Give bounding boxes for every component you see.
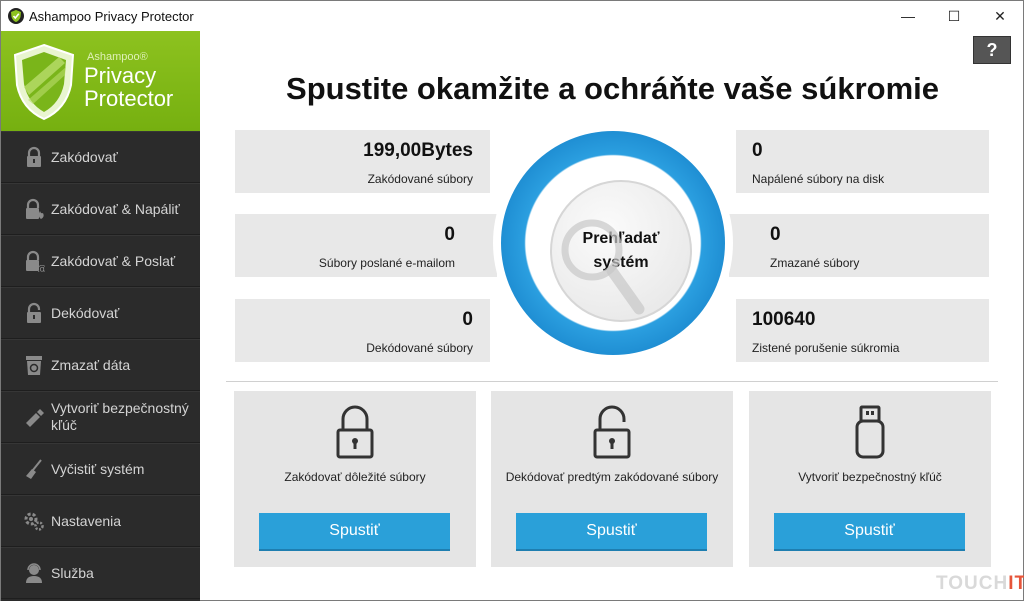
sidebar-item-label: Vytvoriť bezpečnostný kľúč bbox=[51, 400, 189, 433]
close-button[interactable]: ✕ bbox=[977, 1, 1023, 31]
logo-shield-icon bbox=[13, 43, 75, 121]
logo-brand: Ashampoo® bbox=[87, 51, 148, 63]
stat-label: Zakódované súbory bbox=[367, 172, 473, 186]
card-description: Dekódovať predtým zakódované súbory bbox=[505, 470, 719, 484]
page-title: Spustite okamžite a ochráňte vaše súkrom… bbox=[286, 71, 939, 106]
watermark-part1: TOUCH bbox=[936, 573, 1009, 594]
close-icon: ✕ bbox=[994, 7, 1006, 24]
card-description: Zakódovať dôležité súbory bbox=[284, 470, 426, 484]
sidebar-item-encode-burn[interactable]: Zakódovať & Napáliť bbox=[1, 183, 200, 235]
stat-value: 0 bbox=[462, 309, 473, 330]
sidebar-item-label: Zakódovať bbox=[51, 148, 118, 165]
stat-value: 0 bbox=[752, 140, 763, 161]
sidebar-item-settings[interactable]: Nastavenia bbox=[1, 495, 200, 547]
card-decode-files: Dekódovať predtým zakódované súbory Spus… bbox=[491, 391, 733, 567]
usb-key-icon bbox=[855, 405, 885, 459]
card-encode-files: Zakódovať dôležité súbory Spustiť bbox=[234, 391, 476, 567]
stat-value: 199,00Bytes bbox=[363, 140, 473, 161]
broom-icon bbox=[26, 459, 42, 479]
watermark-logo: TOUCHIT bbox=[936, 573, 1024, 595]
sidebar-item-decode[interactable]: Dekódovať bbox=[1, 287, 200, 339]
scan-label-line2: systém bbox=[593, 254, 649, 271]
scan-system-button[interactable]: Prehľadať systém bbox=[550, 180, 692, 322]
app-shield-icon bbox=[8, 8, 24, 24]
sidebar-item-label: Nastavenia bbox=[51, 512, 122, 529]
maximize-button[interactable]: ☐ bbox=[931, 1, 977, 31]
start-decode-button[interactable]: Spustiť bbox=[516, 513, 707, 551]
lock-fire-icon bbox=[26, 198, 44, 219]
unlock-icon bbox=[593, 405, 631, 459]
support-icon bbox=[26, 563, 42, 583]
app-logo: Ashampoo® Privacy Protector bbox=[1, 31, 200, 131]
stat-deleted-files: 0 Zmazané súbory bbox=[729, 214, 989, 277]
stat-value: 100640 bbox=[752, 309, 816, 330]
start-create-key-button[interactable]: Spustiť bbox=[774, 513, 965, 551]
maximize-icon: ☐ bbox=[947, 7, 961, 24]
logo-title-line2: Protector bbox=[84, 86, 174, 111]
stat-privacy-violations: 100640 Zistené porušenie súkromia bbox=[736, 299, 989, 362]
scan-label-line1: Prehľadať bbox=[582, 230, 660, 247]
card-create-key: Vytvoriť bezpečnostný kľúč Spustiť bbox=[749, 391, 991, 567]
stat-label: Napálené súbory na disk bbox=[752, 172, 885, 186]
stat-burned-files: 0 Napálené súbory na disk bbox=[736, 130, 989, 193]
sidebar-item-encode[interactable]: Zakódovať bbox=[1, 131, 200, 183]
stat-label: Zmazané súbory bbox=[770, 256, 860, 270]
app-window: Ashampoo Privacy Protector — ☐ ✕ Ashampo… bbox=[0, 0, 1024, 601]
scan-button-label: Prehľadať systém bbox=[571, 227, 671, 275]
sidebar-item-delete-data[interactable]: Zmazať dáta bbox=[1, 339, 200, 391]
lock-icon bbox=[336, 405, 374, 459]
stat-mailed-files: 0 Súbory poslané e-mailom bbox=[235, 214, 497, 277]
title-bar[interactable]: Ashampoo Privacy Protector — ☐ ✕ bbox=[1, 1, 1023, 31]
watermark-part2: IT bbox=[1008, 573, 1024, 594]
sidebar-item-clean-system[interactable]: Vyčistiť systém bbox=[1, 443, 200, 495]
scan-ring: Prehľadať systém bbox=[493, 123, 733, 363]
sidebar-item-label: Zakódovať & Napáliť bbox=[51, 200, 180, 217]
shredder-icon bbox=[26, 356, 42, 375]
usb-key-icon bbox=[26, 409, 44, 427]
sidebar-nav: Zakódovať Zakódovať & Napáliť @ Zakódova… bbox=[1, 131, 200, 599]
sidebar-item-label: Dekódovať bbox=[51, 304, 120, 321]
unlock-icon bbox=[27, 302, 41, 323]
svg-text:@: @ bbox=[37, 264, 45, 272]
start-encode-button[interactable]: Spustiť bbox=[259, 513, 450, 551]
card-description: Vytvoriť bezpečnostný kľúč bbox=[798, 470, 942, 484]
help-button[interactable]: ? bbox=[973, 36, 1011, 64]
lock-mail-icon: @ bbox=[26, 250, 45, 272]
stat-value: 0 bbox=[444, 224, 455, 245]
stat-label: Zistené porušenie súkromia bbox=[752, 341, 900, 355]
stat-label: Súbory poslané e-mailom bbox=[318, 256, 455, 270]
sidebar-item-service[interactable]: Služba bbox=[1, 547, 200, 599]
sidebar-item-encode-send[interactable]: @ Zakódovať & Poslať bbox=[1, 235, 200, 287]
stat-decoded-files: 0 Dekódované súbory bbox=[235, 299, 490, 362]
section-divider bbox=[226, 381, 998, 382]
stat-value: 0 bbox=[770, 224, 781, 245]
lock-icon bbox=[27, 146, 41, 167]
stat-encoded-files: 199,00Bytes Zakódované súbory bbox=[235, 130, 490, 193]
sidebar: Ashampoo® Privacy Protector Zakódovať Za… bbox=[1, 31, 200, 601]
sidebar-item-label: Zmazať dáta bbox=[51, 356, 131, 373]
sidebar-item-label: Služba bbox=[51, 564, 94, 581]
minimize-icon: — bbox=[901, 8, 915, 24]
sidebar-item-label: Zakódovať & Poslať bbox=[51, 252, 176, 269]
window-title: Ashampoo Privacy Protector bbox=[29, 9, 194, 24]
sidebar-item-create-key[interactable]: Vytvoriť bezpečnostný kľúč bbox=[1, 391, 200, 443]
gear-icon bbox=[24, 512, 44, 531]
logo-title-line1: Privacy bbox=[84, 63, 157, 88]
scan-ring-blue: Prehľadať systém bbox=[501, 131, 725, 355]
minimize-button[interactable]: — bbox=[885, 1, 931, 31]
stat-label: Dekódované súbory bbox=[366, 341, 473, 355]
sidebar-item-label: Vyčistiť systém bbox=[51, 460, 145, 477]
